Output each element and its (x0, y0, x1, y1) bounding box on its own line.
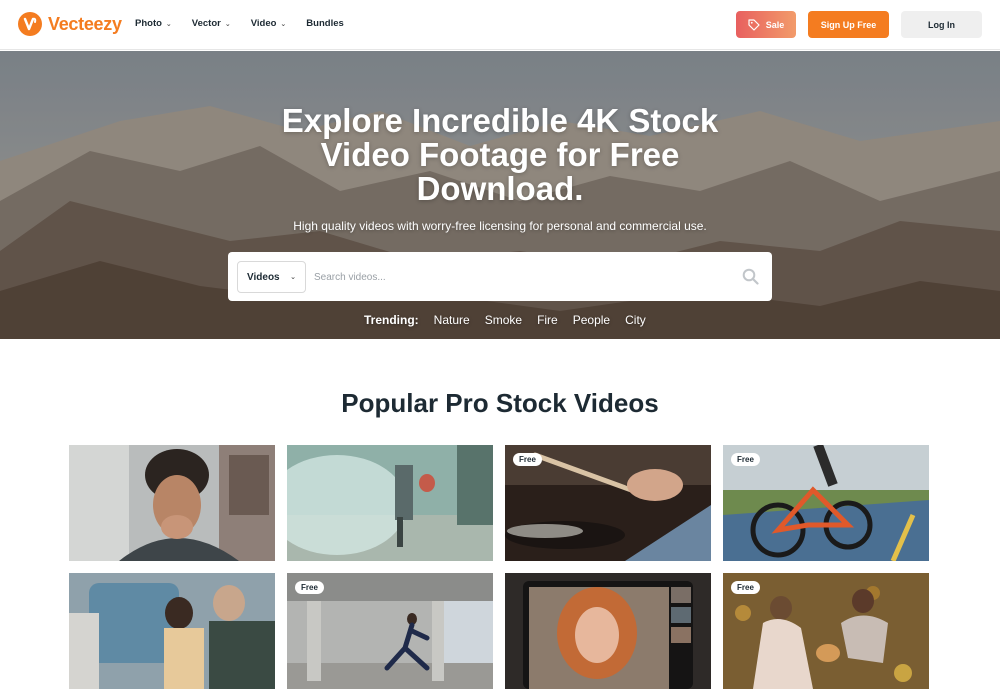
free-badge: Free (295, 581, 324, 594)
nav-photo-label: Photo (135, 18, 162, 29)
trending-label: Trending: (364, 313, 419, 327)
video-card-cyclist-on-road[interactable]: Free (723, 445, 929, 561)
video-card-person-in-sunlit-park[interactable] (287, 445, 493, 561)
free-badge: Free (513, 453, 542, 466)
chevron-down-icon: ⌄ (165, 20, 172, 28)
logo[interactable]: Vecteezy (18, 12, 122, 36)
trending-link-smoke[interactable]: Smoke (485, 313, 522, 327)
chevron-down-icon: ⌄ (280, 20, 287, 28)
logo-text: Vecteezy (48, 13, 122, 34)
video-card-woman-video-call[interactable] (505, 573, 711, 689)
video-thumbnail (505, 573, 711, 689)
sale-button[interactable]: Sale (736, 11, 796, 38)
nav-bundles-label: Bundles (306, 18, 344, 29)
video-card-family-on-couch[interactable] (69, 573, 275, 689)
vecteezy-logo-icon (18, 12, 42, 36)
nav-video[interactable]: Video ⌄ (251, 18, 287, 29)
free-badge: Free (731, 453, 760, 466)
site-header: Vecteezy Photo ⌄ Vector ⌄ Video ⌄ Bundle… (0, 0, 1000, 50)
tag-icon (748, 18, 760, 31)
nav-video-label: Video (250, 18, 277, 29)
main-nav: Photo ⌄ Vector ⌄ Video ⌄ Bundles (135, 18, 344, 29)
trending-link-people[interactable]: People (573, 313, 610, 327)
search-icon[interactable] (742, 268, 759, 285)
trending-link-fire[interactable]: Fire (537, 313, 558, 327)
nav-vector[interactable]: Vector ⌄ (192, 18, 231, 29)
trending-link-city[interactable]: City (625, 313, 646, 327)
video-thumbnail (69, 445, 275, 561)
search-input[interactable] (314, 261, 724, 293)
hero-subtitle: High quality videos with worry-free lice… (293, 219, 707, 233)
signup-button[interactable]: Sign Up Free (808, 11, 889, 38)
hero-banner: Explore Incredible 4K Stock Video Footag… (0, 51, 1000, 339)
video-card-couple-in-autumn-leaves[interactable]: Free (723, 573, 929, 689)
search-bar: Videos ⌄ (228, 252, 772, 301)
login-button[interactable]: Log In (901, 11, 982, 38)
video-thumbnail (69, 573, 275, 689)
sale-label: Sale (765, 19, 785, 30)
hero-title: Explore Incredible 4K Stock Video Footag… (281, 102, 719, 207)
video-card-drummer-playing-drums[interactable]: Free (505, 445, 711, 561)
chevron-down-icon: ⌄ (290, 274, 296, 281)
free-badge: Free (731, 581, 760, 594)
search-type-select[interactable]: Videos ⌄ (237, 261, 306, 293)
nav-photo[interactable]: Photo ⌄ (135, 18, 172, 29)
nav-bundles[interactable]: Bundles (306, 18, 343, 29)
chevron-down-icon: ⌄ (224, 20, 231, 28)
video-grid: Free Free Free Free (69, 445, 930, 689)
search-type-label: Videos (247, 271, 280, 283)
section-title: Popular Pro Stock Videos (341, 388, 659, 418)
trending-link-nature[interactable]: Nature (434, 313, 470, 327)
video-card-man-hands-covering-mouth[interactable] (69, 445, 275, 561)
trending-links: Trending: Nature Smoke Fire People City (364, 313, 646, 327)
video-card-man-stretching-under-bridge[interactable]: Free (287, 573, 493, 689)
video-thumbnail (287, 445, 493, 561)
nav-vector-label: Vector (191, 18, 221, 29)
